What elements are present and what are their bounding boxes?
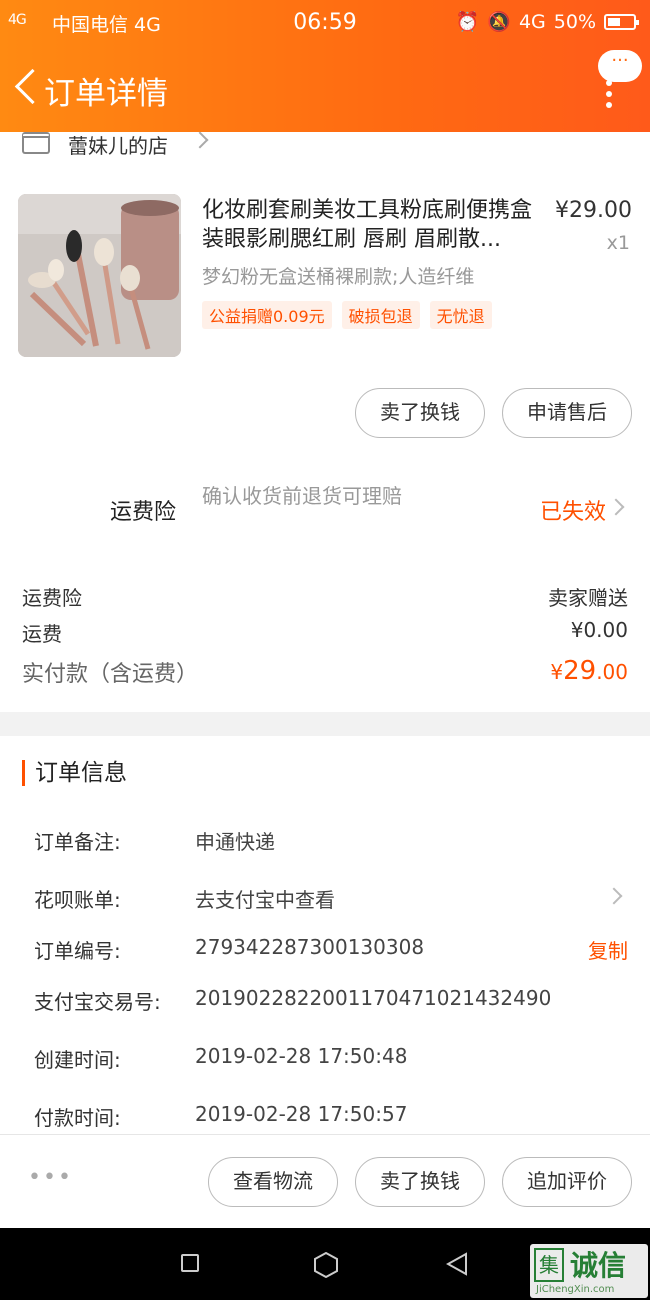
- tag-charity: 公益捐赠0.09元: [202, 301, 332, 329]
- total-decimal: .00: [596, 660, 628, 684]
- product-image[interactable]: [18, 194, 181, 357]
- watermark-url: JiChengXin.com: [536, 1284, 615, 1295]
- back-icon[interactable]: [10, 68, 44, 108]
- order-note-label: 订单备注:: [34, 830, 121, 854]
- insurance-value: 卖家赠送: [548, 586, 628, 610]
- status-bar: 4G 中国电信 4G 06:59 ⏰ 🔕 4G 50%: [0, 0, 650, 46]
- alipay-trade-label: 支付宝交易号:: [34, 990, 161, 1014]
- back-nav-icon[interactable]: [446, 1252, 468, 1276]
- watermark-text: 诚信: [570, 1249, 627, 1282]
- recent-apps-icon[interactable]: [181, 1254, 199, 1272]
- system-nav-bar: 集 诚信 JiChengXin.com: [0, 1228, 650, 1300]
- copy-button[interactable]: 复制: [588, 935, 628, 964]
- created-time-label: 创建时间:: [34, 1048, 121, 1072]
- more-menu-icon[interactable]: [606, 80, 614, 108]
- section-divider: [0, 712, 650, 736]
- mute-bell-icon: 🔕: [487, 11, 511, 33]
- total-label: 实付款（含运费）: [22, 662, 199, 687]
- status-right: ⏰ 🔕 4G 50%: [455, 10, 639, 33]
- watermark-logo: 集 诚信 JiChengXin.com: [530, 1244, 648, 1298]
- bottom-action-bar: ••• 查看物流 卖了换钱 追加评价: [0, 1134, 650, 1228]
- product-tags: 公益捐赠0.09元 破损包退 无忧退: [202, 301, 492, 329]
- battery-icon: [604, 13, 639, 30]
- chevron-right-icon: [605, 887, 623, 905]
- product-title[interactable]: 化妆刷套刷美妆工具粉底刷便携盒装眼影刷腮红刷 唇刷 眉刷散...: [202, 196, 542, 254]
- created-time-value: 2019-02-28 17:50:48: [195, 1044, 408, 1068]
- chevron-right-icon: [191, 132, 209, 149]
- paid-time-label: 付款时间:: [34, 1106, 121, 1130]
- chevron-right-icon[interactable]: [607, 498, 625, 516]
- sell-button-bottom[interactable]: 卖了换钱: [355, 1157, 485, 1207]
- total-integer: 29: [563, 656, 597, 686]
- insurance-row: 运费险 卖家赠送: [22, 582, 628, 611]
- tag-worry-free-return: 无忧退: [429, 301, 492, 329]
- order-number-label: 订单编号:: [34, 939, 121, 963]
- freight-insurance-desc: 确认收货前退货可理赔: [202, 484, 402, 508]
- tag-damage-return: 破损包退: [341, 301, 420, 329]
- product-quantity: x1: [606, 232, 630, 254]
- watermark-box: 集: [534, 1248, 564, 1282]
- order-info-title: 订单信息: [22, 760, 127, 786]
- app-header: 4G 中国电信 4G 06:59 ⏰ 🔕 4G 50% 订单详情 ···: [0, 0, 650, 132]
- order-number-value: 279342287300130308: [195, 935, 425, 959]
- view-logistics-button[interactable]: 查看物流: [208, 1157, 338, 1207]
- shop-name: 蕾妹儿的店: [68, 134, 168, 158]
- more-actions-icon[interactable]: •••: [28, 1165, 73, 1190]
- store-icon: [22, 132, 50, 154]
- freight-insurance-label: 运费险: [110, 500, 177, 525]
- shipping-row: 运费 ¥0.00: [22, 618, 628, 647]
- add-review-button[interactable]: 追加评价: [502, 1157, 632, 1207]
- alipay-trade-value: 2019022822001170471021432490: [195, 986, 552, 1010]
- huabei-label: 花呗账单:: [34, 888, 121, 912]
- after-sale-button[interactable]: 申请售后: [502, 388, 632, 438]
- product-price: ¥29.00: [555, 198, 632, 223]
- alarm-icon: ⏰: [455, 11, 480, 33]
- total-value: ¥29.00: [550, 656, 628, 686]
- battery-percent: 50%: [553, 10, 596, 33]
- nav-bar: 订单详情 ···: [0, 50, 650, 120]
- home-icon[interactable]: [314, 1252, 338, 1278]
- freight-insurance-status[interactable]: 已失效: [540, 494, 606, 526]
- network-label: 4G: [518, 10, 546, 33]
- total-currency: ¥: [550, 660, 564, 684]
- total-row: 实付款（含运费） ¥29.00: [22, 656, 628, 688]
- more-bubble-icon[interactable]: ···: [598, 50, 642, 82]
- product-sku: 梦幻粉无盒送桶裸刷款;人造纤维: [202, 266, 475, 288]
- order-note-value: 申通快递: [195, 830, 275, 854]
- shipping-value: ¥0.00: [570, 618, 628, 642]
- sell-button[interactable]: 卖了换钱: [355, 388, 485, 438]
- shop-row[interactable]: 蕾妹儿的店: [0, 132, 650, 160]
- shipping-label: 运费: [22, 622, 62, 646]
- paid-time-value: 2019-02-28 17:50:57: [195, 1102, 408, 1126]
- insurance-label: 运费险: [22, 586, 82, 610]
- page-title: 订单详情: [44, 76, 168, 112]
- huabei-value: 去支付宝中查看: [195, 888, 335, 912]
